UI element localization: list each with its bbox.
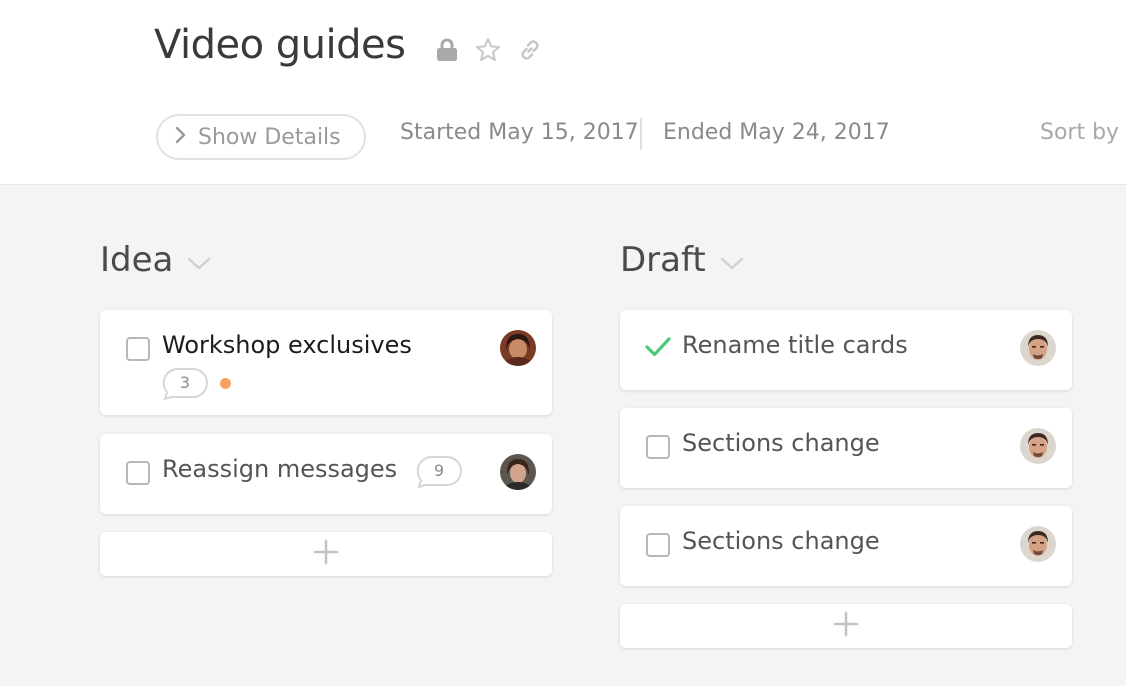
comment-count-badge[interactable]: 3 [162, 366, 208, 400]
column-title-draft[interactable]: Draft [620, 240, 744, 280]
checkmark-icon[interactable] [644, 336, 672, 362]
task-label: Sections change [682, 527, 880, 555]
task-card[interactable]: Workshop exclusives 3 [100, 310, 552, 415]
title-actions [434, 34, 544, 66]
avatar[interactable] [1020, 330, 1056, 366]
chevron-right-icon [174, 125, 186, 150]
avatar[interactable] [1020, 526, 1056, 562]
task-card[interactable]: Reassign messages 9 [100, 434, 552, 514]
started-date: Started May 15, 2017 [400, 120, 639, 145]
task-checkbox[interactable] [646, 435, 670, 459]
avatar[interactable] [500, 330, 536, 366]
sort-by-button[interactable]: Sort by I [1040, 120, 1126, 145]
unread-dot [220, 378, 231, 389]
task-card[interactable]: Sections change [620, 408, 1072, 488]
task-checkbox[interactable] [126, 337, 150, 361]
task-label: Rename title cards [682, 331, 908, 359]
task-card[interactable]: Sections change [620, 506, 1072, 586]
add-card-button[interactable] [100, 532, 552, 576]
task-checkbox[interactable] [126, 461, 150, 485]
comment-count: 3 [179, 372, 191, 392]
add-card-button[interactable] [620, 604, 1072, 648]
column-title-idea[interactable]: Idea [100, 240, 211, 280]
comment-count: 9 [433, 460, 445, 480]
task-label: Reassign messages [162, 455, 398, 483]
page-title: Video guides [154, 22, 406, 68]
comment-count-badge[interactable]: 9 [416, 454, 462, 488]
column-title-label: Draft [620, 240, 706, 280]
task-checkbox[interactable] [646, 533, 670, 557]
avatar[interactable] [500, 454, 536, 490]
lock-icon[interactable] [434, 37, 460, 63]
star-icon[interactable] [474, 36, 502, 64]
show-details-button[interactable]: Show Details [156, 114, 366, 160]
chevron-down-icon[interactable] [720, 240, 744, 280]
show-details-label: Show Details [198, 124, 341, 150]
task-label: Workshop exclusives [162, 331, 412, 359]
plus-icon [833, 611, 859, 641]
plus-icon [313, 539, 339, 569]
link-icon[interactable] [516, 36, 544, 64]
task-card[interactable]: Rename title cards [620, 310, 1072, 390]
chevron-down-icon[interactable] [187, 240, 211, 280]
column-title-label: Idea [100, 240, 174, 280]
meta-divider [640, 118, 642, 150]
avatar[interactable] [1020, 428, 1056, 464]
task-label: Sections change [682, 429, 880, 457]
project-header: Video guides Show Details Started May 15… [0, 0, 1126, 185]
ended-date: Ended May 24, 2017 [663, 120, 890, 145]
